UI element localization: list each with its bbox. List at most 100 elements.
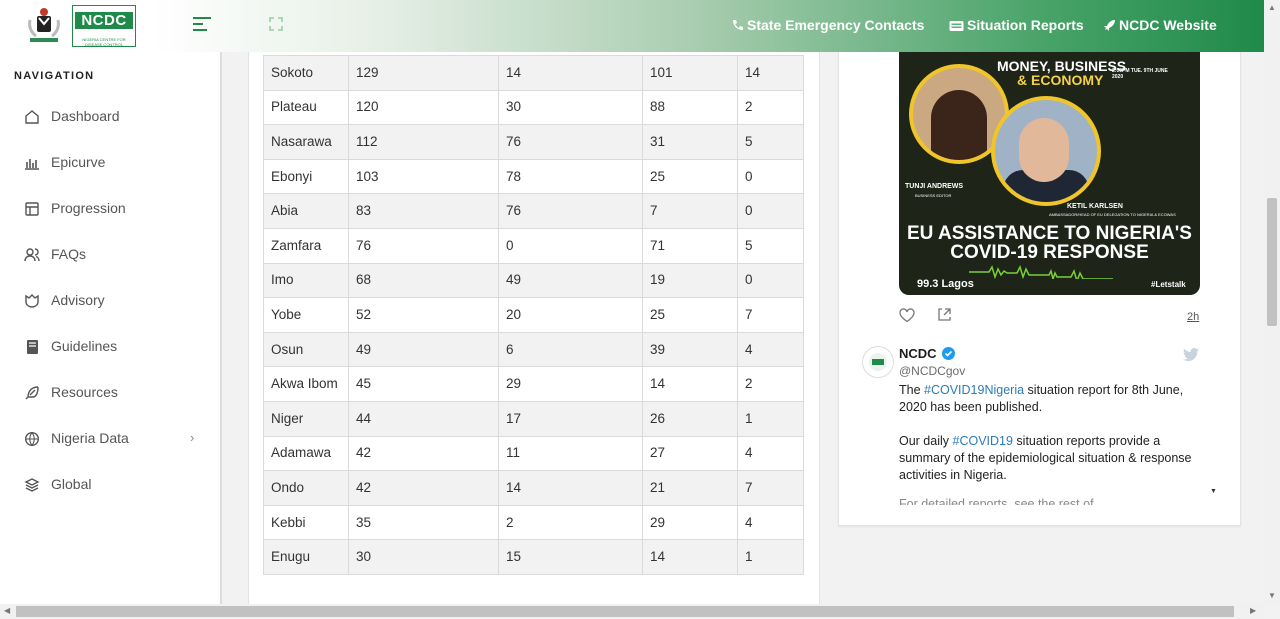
deaths-cell: 2 [737, 366, 804, 402]
ncdc-website-label: NCDC Website [1119, 17, 1217, 33]
discharged-cell: 26 [642, 400, 738, 437]
tweet-body: The #COVID19Nigeria situation report for… [899, 382, 1204, 484]
media-heading-2: & ECONOMY [1017, 72, 1104, 88]
guest2-name: KETIL KARLSEN [1067, 203, 1123, 210]
sidebar-item-advisory[interactable]: Advisory [24, 290, 204, 312]
vertical-scroll-thumb[interactable] [1267, 198, 1277, 326]
table-row: Ondo 42 14 21 7 [263, 470, 804, 506]
state-cell: Plateau [263, 89, 349, 126]
confirmed-cell: 42 [348, 470, 499, 506]
scroll-left-arrow[interactable]: ◀ [4, 606, 10, 615]
sidebar-item-epicurve[interactable]: Epicurve [24, 152, 204, 174]
hashtag-link[interactable]: #COVID19 [953, 434, 1013, 448]
tweet-paragraph-1: The #COVID19Nigeria situation report for… [899, 382, 1204, 416]
discharged-cell: 14 [642, 539, 738, 575]
situation-reports-link[interactable]: Situation Reports [949, 17, 1084, 35]
confirmed-cell: 35 [348, 504, 499, 541]
active-cell: 76 [498, 124, 643, 160]
like-heart-icon[interactable] [899, 308, 915, 323]
table-row: Imo 68 49 19 0 [263, 262, 804, 299]
state-cell: Imo [263, 262, 349, 299]
scroll-down-arrow[interactable]: ▼ [1268, 591, 1276, 600]
sidebar-item-faqs[interactable]: FAQs [24, 244, 204, 266]
bar-chart-icon [25, 159, 39, 170]
guest2-title: AMBASSADOR/HEAD OF EU DELEGATION TO NIGE… [1049, 212, 1176, 217]
ncdc-logo[interactable]: NCDC NIGERIA CENTRE FOR DISEASE CONTROL [72, 5, 136, 47]
media-headline-line1: EU ASSISTANCE TO NIGERIA'S [907, 223, 1192, 244]
deaths-cell: 0 [737, 193, 804, 229]
hashtag-link[interactable]: #COVID19Nigeria [924, 383, 1024, 397]
deaths-cell: 14 [737, 55, 804, 91]
sidebar-item-guidelines[interactable]: Guidelines [24, 336, 204, 358]
book-icon [27, 340, 38, 354]
horizontal-scrollbar[interactable]: ◀ ▶ [0, 604, 1264, 619]
menu-toggle-icon[interactable] [193, 17, 211, 33]
discharged-cell: 29 [642, 504, 738, 541]
layers-icon [24, 478, 40, 492]
active-cell: 78 [498, 158, 643, 195]
sidebar-item-global[interactable]: Global [24, 474, 204, 496]
confirmed-cell: 45 [348, 366, 499, 402]
scroll-up-arrow[interactable]: ▲ [1268, 3, 1276, 12]
fullscreen-icon[interactable] [269, 17, 283, 31]
sidebar-item-label: Dashboard [51, 108, 120, 124]
twitter-bird-icon[interactable] [1183, 348, 1199, 361]
horizontal-scroll-thumb[interactable] [16, 606, 1234, 617]
discharged-cell: 14 [642, 366, 738, 402]
guest1-title: BUSINESS EDITOR [915, 193, 952, 198]
sidebar-item-resources[interactable]: Resources [24, 382, 204, 404]
discharged-cell: 7 [642, 193, 738, 229]
active-cell: 29 [498, 366, 643, 402]
scroll-right-arrow[interactable]: ▶ [1250, 606, 1256, 615]
table-row: Enugu 30 15 14 1 [263, 539, 804, 575]
table-row: Akwa Ibom 45 29 14 2 [263, 366, 804, 402]
tweet-author-handle[interactable]: @NCDCgov [899, 364, 965, 378]
top-navbar: NCDC NIGERIA CENTRE FOR DISEASE CONTROL … [0, 0, 1264, 52]
timeline-scroll-down-arrow[interactable]: ▼ [1210, 488, 1217, 495]
deaths-cell: 5 [737, 227, 804, 264]
radio-frequency: 99.3 Lagos [917, 278, 974, 290]
confirmed-cell: 129 [348, 55, 499, 91]
state-cell: Niger [263, 400, 349, 437]
discharged-cell: 31 [642, 124, 738, 160]
sidebar-item-dashboard[interactable]: Dashboard [24, 106, 204, 128]
confirmed-cell: 44 [348, 400, 499, 437]
navigation-heading: NAVIGATION [14, 70, 95, 82]
tweet-author-name[interactable]: NCDC [899, 346, 937, 361]
situation-reports-label: Situation Reports [967, 17, 1084, 33]
deaths-cell: 0 [737, 158, 804, 195]
tweet-media-image[interactable]: MONEY, BUSINESS & ECONOMY 2:00PM TUE. 9T… [899, 52, 1200, 295]
table-row: Abia 83 76 7 0 [263, 193, 804, 229]
state-cell: Akwa Ibom [263, 366, 349, 402]
vertical-scrollbar[interactable]: ▲ ▼ [1264, 0, 1280, 604]
table-row: Zamfara 76 0 71 5 [263, 227, 804, 264]
tweet-age-link[interactable]: 2h [1187, 311, 1199, 323]
ncdc-website-link[interactable]: NCDC Website [1103, 17, 1217, 35]
chevron-right-icon: › [190, 430, 195, 445]
confirmed-cell: 112 [348, 124, 499, 160]
users-icon [24, 248, 40, 262]
state-emergency-contacts-link[interactable]: State Emergency Contacts [731, 17, 924, 35]
confirmed-cell: 42 [348, 435, 499, 472]
state-cell: Osun [263, 331, 349, 368]
active-cell: 2 [498, 504, 643, 541]
sidebar-item-progression[interactable]: Progression [24, 198, 204, 220]
discharged-cell: 21 [642, 470, 738, 506]
confirmed-cell: 30 [348, 539, 499, 575]
active-cell: 17 [498, 400, 643, 437]
confirmed-cell: 103 [348, 158, 499, 195]
active-cell: 6 [498, 331, 643, 368]
table-row: Adamawa 42 11 27 4 [263, 435, 804, 472]
deaths-cell: 4 [737, 504, 804, 541]
verified-badge-icon [942, 347, 955, 360]
sidebar-item-nigeria-data[interactable]: Nigeria Data › [24, 428, 204, 450]
confirmed-cell: 49 [348, 331, 499, 368]
ncdc-avatar[interactable] [862, 346, 894, 378]
confirmed-cell: 76 [348, 227, 499, 264]
share-icon[interactable] [937, 307, 952, 322]
discharged-cell: 71 [642, 227, 738, 264]
state-cell: Ondo [263, 470, 349, 506]
tweet-paragraph-2: Our daily #COVID19 situation reports pro… [899, 433, 1204, 484]
state-cell: Enugu [263, 539, 349, 575]
layout-icon [25, 202, 39, 216]
